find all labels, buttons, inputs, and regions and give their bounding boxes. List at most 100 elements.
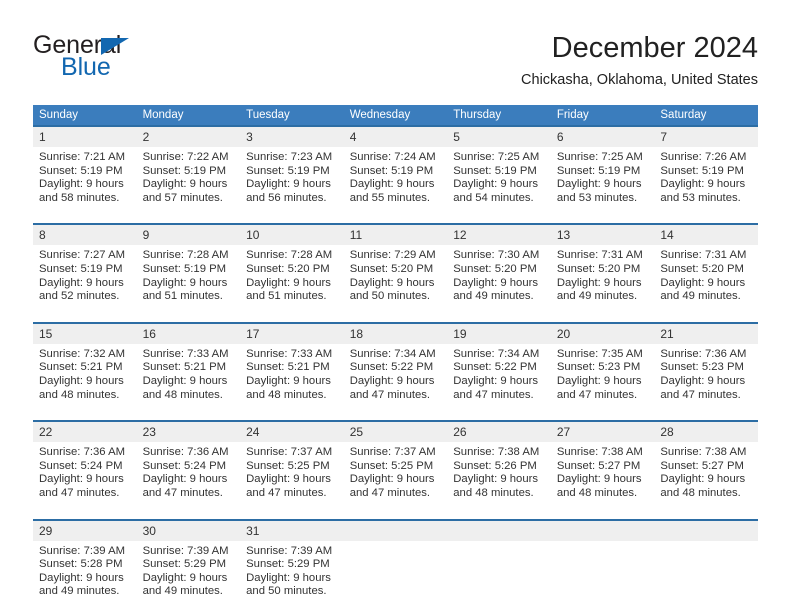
sunrise-text: Sunrise: 7:38 AM — [453, 446, 540, 459]
daylight-text-line2: and 49 minutes. — [142, 585, 223, 598]
day-number[interactable]: 4 — [343, 125, 448, 147]
day-number[interactable]: 29 — [33, 518, 137, 541]
day-number[interactable]: 24 — [240, 420, 344, 443]
day-cell-empty — [654, 540, 758, 605]
weekday-header-thursday: Thursday — [447, 105, 551, 126]
sunset-text: Sunset: 5:21 PM — [142, 361, 227, 374]
day-info-row: Sunrise: 7:39 AM Sunset: 5:28 PM Dayligh… — [33, 540, 758, 605]
day-cell[interactable]: Sunrise: 7:39 AM Sunset: 5:28 PM Dayligh… — [33, 540, 137, 605]
daylight-text-line1: Daylight: 9 hours — [453, 374, 539, 387]
day-number[interactable]: 23 — [136, 420, 241, 443]
sunset-text: Sunset: 5:19 PM — [39, 164, 123, 177]
sunrise-text: Sunrise: 7:33 AM — [246, 347, 333, 360]
day-cell[interactable]: Sunrise: 7:24 AM Sunset: 5:19 PM Dayligh… — [343, 147, 448, 212]
day-number[interactable]: 25 — [343, 420, 448, 443]
weekday-header-sunday: Sunday — [33, 105, 137, 126]
daylight-text-line1: Daylight: 9 hours — [660, 178, 746, 191]
day-cell[interactable]: Sunrise: 7:30 AM Sunset: 5:20 PM Dayligh… — [447, 245, 551, 310]
day-number[interactable]: 19 — [447, 321, 551, 344]
day-cell[interactable]: Sunrise: 7:27 AM Sunset: 5:19 PM Dayligh… — [33, 245, 137, 310]
day-cell[interactable]: Sunrise: 7:33 AM Sunset: 5:21 PM Dayligh… — [136, 343, 241, 409]
day-cell[interactable]: Sunrise: 7:21 AM Sunset: 5:19 PM Dayligh… — [33, 147, 137, 212]
sunset-text: Sunset: 5:29 PM — [246, 558, 330, 571]
day-cell[interactable]: Sunrise: 7:28 AM Sunset: 5:20 PM Dayligh… — [240, 245, 344, 310]
day-cell[interactable]: Sunrise: 7:29 AM Sunset: 5:20 PM Dayligh… — [343, 245, 448, 310]
daylight-text-line1: Daylight: 9 hours — [556, 276, 642, 289]
day-number[interactable]: 1 — [33, 125, 137, 147]
day-number-row: 8 9 10 11 12 13 14 — [33, 223, 758, 246]
day-cell[interactable]: Sunrise: 7:38 AM Sunset: 5:27 PM Dayligh… — [550, 442, 655, 507]
day-cell[interactable]: Sunrise: 7:37 AM Sunset: 5:25 PM Dayligh… — [240, 442, 344, 507]
day-number[interactable]: 8 — [33, 223, 137, 246]
day-number[interactable]: 28 — [654, 420, 758, 443]
day-number[interactable]: 11 — [343, 223, 448, 246]
day-cell-empty — [550, 540, 655, 605]
week-separator — [33, 506, 758, 520]
sunrise-text: Sunrise: 7:31 AM — [556, 249, 643, 262]
daylight-text-line1: Daylight: 9 hours — [660, 276, 746, 289]
day-number[interactable]: 26 — [447, 420, 551, 443]
day-number[interactable]: 7 — [654, 125, 758, 147]
day-cell[interactable]: Sunrise: 7:34 AM Sunset: 5:22 PM Dayligh… — [343, 343, 448, 409]
day-cell[interactable]: Sunrise: 7:33 AM Sunset: 5:21 PM Dayligh… — [240, 343, 344, 409]
day-cell[interactable]: Sunrise: 7:23 AM Sunset: 5:19 PM Dayligh… — [240, 147, 344, 212]
daylight-text-line1: Daylight: 9 hours — [556, 178, 642, 191]
day-number[interactable]: 27 — [550, 420, 655, 443]
daylight-text-line1: Daylight: 9 hours — [39, 571, 124, 584]
day-cell[interactable]: Sunrise: 7:25 AM Sunset: 5:19 PM Dayligh… — [550, 147, 655, 212]
sunset-text: Sunset: 5:23 PM — [556, 361, 641, 374]
day-number[interactable]: 18 — [343, 321, 448, 344]
title-block: December 2024 Chickasha, Oklahoma, Unite… — [521, 30, 758, 91]
day-cell[interactable]: Sunrise: 7:38 AM Sunset: 5:27 PM Dayligh… — [654, 442, 758, 507]
day-cell[interactable]: Sunrise: 7:39 AM Sunset: 5:29 PM Dayligh… — [136, 540, 241, 605]
day-number[interactable]: 13 — [550, 223, 655, 246]
daylight-text-line1: Daylight: 9 hours — [246, 473, 331, 486]
day-number[interactable]: 17 — [240, 321, 344, 344]
day-cell[interactable]: Sunrise: 7:36 AM Sunset: 5:24 PM Dayligh… — [136, 442, 241, 507]
day-number[interactable]: 16 — [136, 321, 241, 344]
week-separator-cell — [33, 309, 758, 323]
sunrise-text: Sunrise: 7:24 AM — [349, 151, 436, 163]
page-title: December 2024 — [551, 32, 758, 64]
day-number[interactable]: 12 — [447, 223, 551, 246]
day-cell[interactable]: Sunrise: 7:36 AM Sunset: 5:23 PM Dayligh… — [654, 343, 758, 409]
day-number[interactable]: 15 — [33, 321, 137, 344]
weekday-header-saturday: Saturday — [654, 105, 758, 126]
daylight-text-line2: and 49 minutes. — [556, 290, 638, 303]
day-number-row: 22 23 24 25 26 27 28 — [33, 420, 758, 443]
day-cell[interactable]: Sunrise: 7:39 AM Sunset: 5:29 PM Dayligh… — [240, 540, 344, 605]
day-cell[interactable]: Sunrise: 7:37 AM Sunset: 5:25 PM Dayligh… — [343, 442, 448, 507]
day-cell[interactable]: Sunrise: 7:28 AM Sunset: 5:19 PM Dayligh… — [136, 245, 241, 310]
day-cell[interactable]: Sunrise: 7:34 AM Sunset: 5:22 PM Dayligh… — [447, 343, 551, 409]
day-cell[interactable]: Sunrise: 7:32 AM Sunset: 5:21 PM Dayligh… — [33, 343, 137, 409]
daylight-text-line2: and 57 minutes. — [142, 191, 223, 204]
day-cell[interactable]: Sunrise: 7:35 AM Sunset: 5:23 PM Dayligh… — [550, 343, 655, 409]
general-blue-logo[interactable]: General Blue — [33, 32, 233, 88]
day-number[interactable]: 2 — [136, 125, 241, 147]
day-number[interactable]: 10 — [240, 223, 344, 246]
day-number-empty — [447, 518, 551, 541]
day-cell[interactable]: Sunrise: 7:38 AM Sunset: 5:26 PM Dayligh… — [447, 442, 551, 507]
day-cell[interactable]: Sunrise: 7:31 AM Sunset: 5:20 PM Dayligh… — [550, 245, 655, 310]
day-number[interactable]: 9 — [136, 223, 241, 246]
day-number[interactable]: 22 — [33, 420, 137, 443]
day-number[interactable]: 20 — [550, 321, 655, 344]
day-number[interactable]: 30 — [136, 518, 241, 541]
day-cell[interactable]: Sunrise: 7:22 AM Sunset: 5:19 PM Dayligh… — [136, 147, 241, 212]
day-number[interactable]: 31 — [240, 518, 344, 541]
day-cell[interactable]: Sunrise: 7:26 AM Sunset: 5:19 PM Dayligh… — [654, 147, 758, 212]
daylight-text-line1: Daylight: 9 hours — [246, 276, 331, 289]
daylight-text-line2: and 47 minutes. — [142, 486, 223, 499]
sunset-text: Sunset: 5:27 PM — [556, 459, 641, 472]
day-number[interactable]: 6 — [550, 125, 655, 147]
day-number[interactable]: 3 — [240, 125, 344, 147]
day-cell[interactable]: Sunrise: 7:25 AM Sunset: 5:19 PM Dayligh… — [447, 147, 551, 212]
day-number[interactable]: 5 — [447, 125, 551, 147]
sunrise-text: Sunrise: 7:21 AM — [39, 151, 126, 163]
daylight-text-line1: Daylight: 9 hours — [142, 374, 228, 387]
day-number[interactable]: 21 — [654, 321, 758, 344]
daylight-text-line1: Daylight: 9 hours — [39, 276, 124, 289]
day-number[interactable]: 14 — [654, 223, 758, 246]
day-cell[interactable]: Sunrise: 7:31 AM Sunset: 5:20 PM Dayligh… — [654, 245, 758, 310]
day-cell[interactable]: Sunrise: 7:36 AM Sunset: 5:24 PM Dayligh… — [33, 442, 137, 507]
